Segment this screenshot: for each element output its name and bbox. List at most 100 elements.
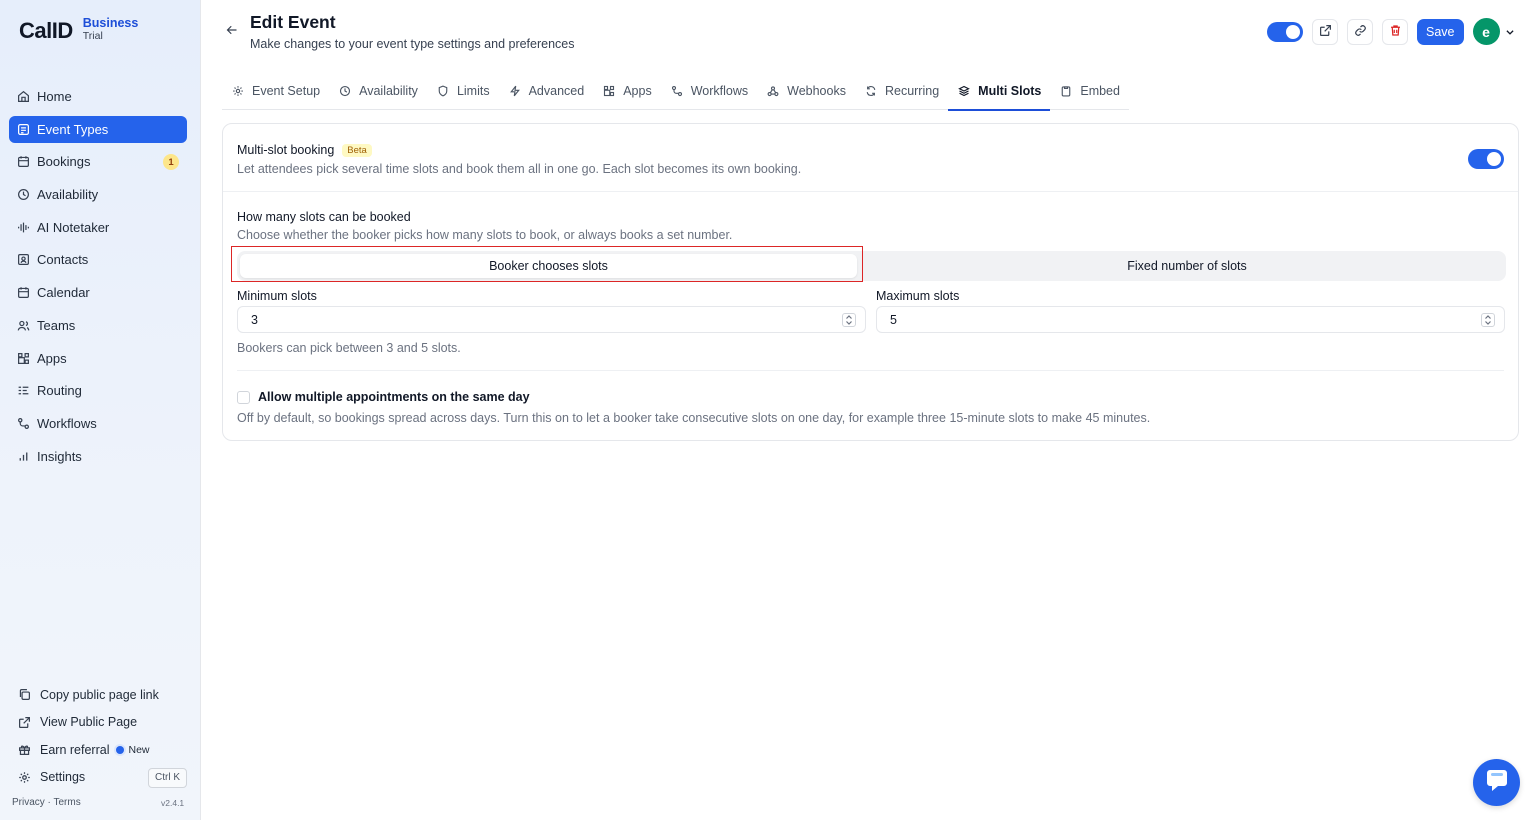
chevron-down-icon[interactable] xyxy=(1504,26,1516,38)
plan-name: Business xyxy=(82,16,139,30)
chat-launcher-button[interactable] xyxy=(1473,759,1520,806)
preview-button[interactable] xyxy=(1312,18,1338,45)
clipboard-icon xyxy=(1059,84,1073,98)
new-indicator-dot xyxy=(116,745,125,754)
tab-label: Workflows xyxy=(690,83,749,98)
sidebar-item-availability[interactable]: Availability xyxy=(9,181,187,208)
settings-link[interactable]: Settings Ctrl K xyxy=(9,764,187,792)
chat-bubble-icon xyxy=(1484,769,1510,796)
shield-icon xyxy=(436,84,450,98)
tab-label: Embed xyxy=(1080,83,1120,98)
apps-icon xyxy=(602,84,616,98)
multi-slot-title: Multi-slot booking Beta xyxy=(237,143,372,157)
minimum-slots-field[interactable] xyxy=(237,306,866,333)
tab-label: Recurring xyxy=(884,83,940,98)
sidebar-footer: Copy public page link View Public Page E… xyxy=(9,681,187,791)
sidebar-item-event-types[interactable]: Event Types xyxy=(9,115,187,143)
workflow-icon xyxy=(670,84,684,98)
maximum-slots-label: Maximum slots xyxy=(876,289,960,303)
avatar[interactable]: e xyxy=(1472,18,1500,45)
stepper-icon[interactable] xyxy=(1481,313,1495,327)
maximum-slots-field[interactable] xyxy=(876,306,1505,333)
tab-label: Webhooks xyxy=(787,83,846,98)
sidebar-item-label: AI Notetaker xyxy=(37,219,110,235)
gift-icon xyxy=(16,743,32,757)
copy-public-link-button[interactable]: Copy public page link xyxy=(9,681,187,709)
new-label: New xyxy=(128,743,150,756)
back-arrow-icon[interactable] xyxy=(224,22,240,38)
hidden-toggle[interactable] xyxy=(1267,21,1303,42)
view-public-page-link[interactable]: View Public Page xyxy=(9,709,187,737)
fixed-number-of-slots-option[interactable]: Fixed number of slots xyxy=(873,254,1501,278)
maximum-slots-input[interactable] xyxy=(890,312,1450,327)
sidebar-item-insights[interactable]: Insights xyxy=(9,443,187,470)
tab-recurring[interactable]: Recurring xyxy=(855,71,948,110)
slot-mode-segmented-control: Booker chooses slots Fixed number of slo… xyxy=(237,251,1506,281)
tab-apps[interactable]: Apps xyxy=(593,71,661,110)
sidebar-item-teams[interactable]: Teams xyxy=(9,312,187,339)
sidebar-item-contacts[interactable]: Contacts xyxy=(9,246,187,273)
same-day-checkbox[interactable] xyxy=(237,390,250,404)
tab-label: Apps xyxy=(623,83,652,98)
tab-availability[interactable]: Availability xyxy=(329,71,427,110)
sidebar-item-ai-notetaker[interactable]: AI Notetaker xyxy=(9,214,187,241)
tab-label: Availability xyxy=(359,83,418,98)
sidebar-item-label: Calendar xyxy=(37,285,90,301)
users-icon xyxy=(16,318,30,332)
webhook-icon xyxy=(766,84,780,98)
sidebar-item-apps[interactable]: Apps xyxy=(9,345,187,372)
plan-tier: Trial xyxy=(82,30,103,42)
earn-referral-link[interactable]: Earn referral New xyxy=(9,736,187,764)
copy-icon xyxy=(16,688,32,702)
gear-icon xyxy=(16,770,32,784)
tab-embed[interactable]: Embed xyxy=(1050,71,1129,110)
bolt-icon xyxy=(508,84,522,98)
booker-chooses-slots-option[interactable]: Booker chooses slots xyxy=(240,254,857,278)
tab-workflows[interactable]: Workflows xyxy=(661,71,757,110)
tab-label: Advanced xyxy=(528,83,585,98)
tab-webhooks[interactable]: Webhooks xyxy=(757,71,855,110)
sidebar-item-label: Event Types xyxy=(37,121,109,137)
tab-multi-slots[interactable]: Multi Slots xyxy=(948,71,1051,111)
sidebar-item-label: Contacts xyxy=(37,252,89,268)
sidebar-item-label: Bookings xyxy=(37,154,91,170)
slot-range-hint: Bookers can pick between 3 and 5 slots. xyxy=(237,341,461,355)
tab-event-setup[interactable]: Event Setup xyxy=(222,71,329,110)
sidebar-item-label: Insights xyxy=(37,448,82,464)
sidebar: CalID Business Trial Home Event Types Bo… xyxy=(0,0,201,820)
sidebar-item-label: Availability xyxy=(37,187,99,203)
copy-link-button[interactable] xyxy=(1347,18,1373,45)
save-button[interactable]: Save xyxy=(1417,18,1464,45)
external-link-icon xyxy=(1319,24,1332,40)
minimum-slots-input[interactable] xyxy=(251,312,811,327)
settings-shortcut: Ctrl K xyxy=(148,767,187,788)
tab-limits[interactable]: Limits xyxy=(427,71,499,110)
sidebar-item-home[interactable]: Home xyxy=(9,83,187,110)
legal-links[interactable]: Privacy · Terms xyxy=(12,797,81,808)
sidebar-item-label: Home xyxy=(37,89,72,104)
gear-icon xyxy=(231,84,245,98)
bookings-count-badge: 1 xyxy=(163,154,179,171)
trash-icon xyxy=(1389,24,1402,40)
apps-icon xyxy=(16,351,30,365)
multi-slot-description: Let attendees pick several time slots an… xyxy=(237,162,802,176)
calendar-icon xyxy=(16,286,30,300)
tab-label: Limits xyxy=(456,83,490,98)
tab-advanced[interactable]: Advanced xyxy=(499,71,594,110)
view-public-page-label: View Public Page xyxy=(40,715,138,730)
sidebar-item-workflows[interactable]: Workflows xyxy=(9,410,187,437)
sidebar-item-bookings[interactable]: Bookings 1 xyxy=(9,148,187,175)
sidebar-item-calendar[interactable]: Calendar xyxy=(9,279,187,306)
slot-count-title: How many slots can be booked xyxy=(237,210,411,224)
sidebar-item-routing[interactable]: Routing xyxy=(9,377,187,404)
stepper-icon[interactable] xyxy=(842,313,856,327)
layers-icon xyxy=(957,84,971,98)
brand[interactable]: CalID Business Trial xyxy=(19,16,139,44)
multi-slot-toggle[interactable] xyxy=(1468,149,1504,169)
section-divider xyxy=(237,370,1504,371)
multi-slot-title-text: Multi-slot booking xyxy=(237,143,335,157)
sidebar-nav: Home Event Types Bookings 1 Availability… xyxy=(9,83,187,475)
contacts-icon xyxy=(16,253,30,267)
beta-badge: Beta xyxy=(342,143,372,157)
delete-button[interactable] xyxy=(1382,18,1408,45)
